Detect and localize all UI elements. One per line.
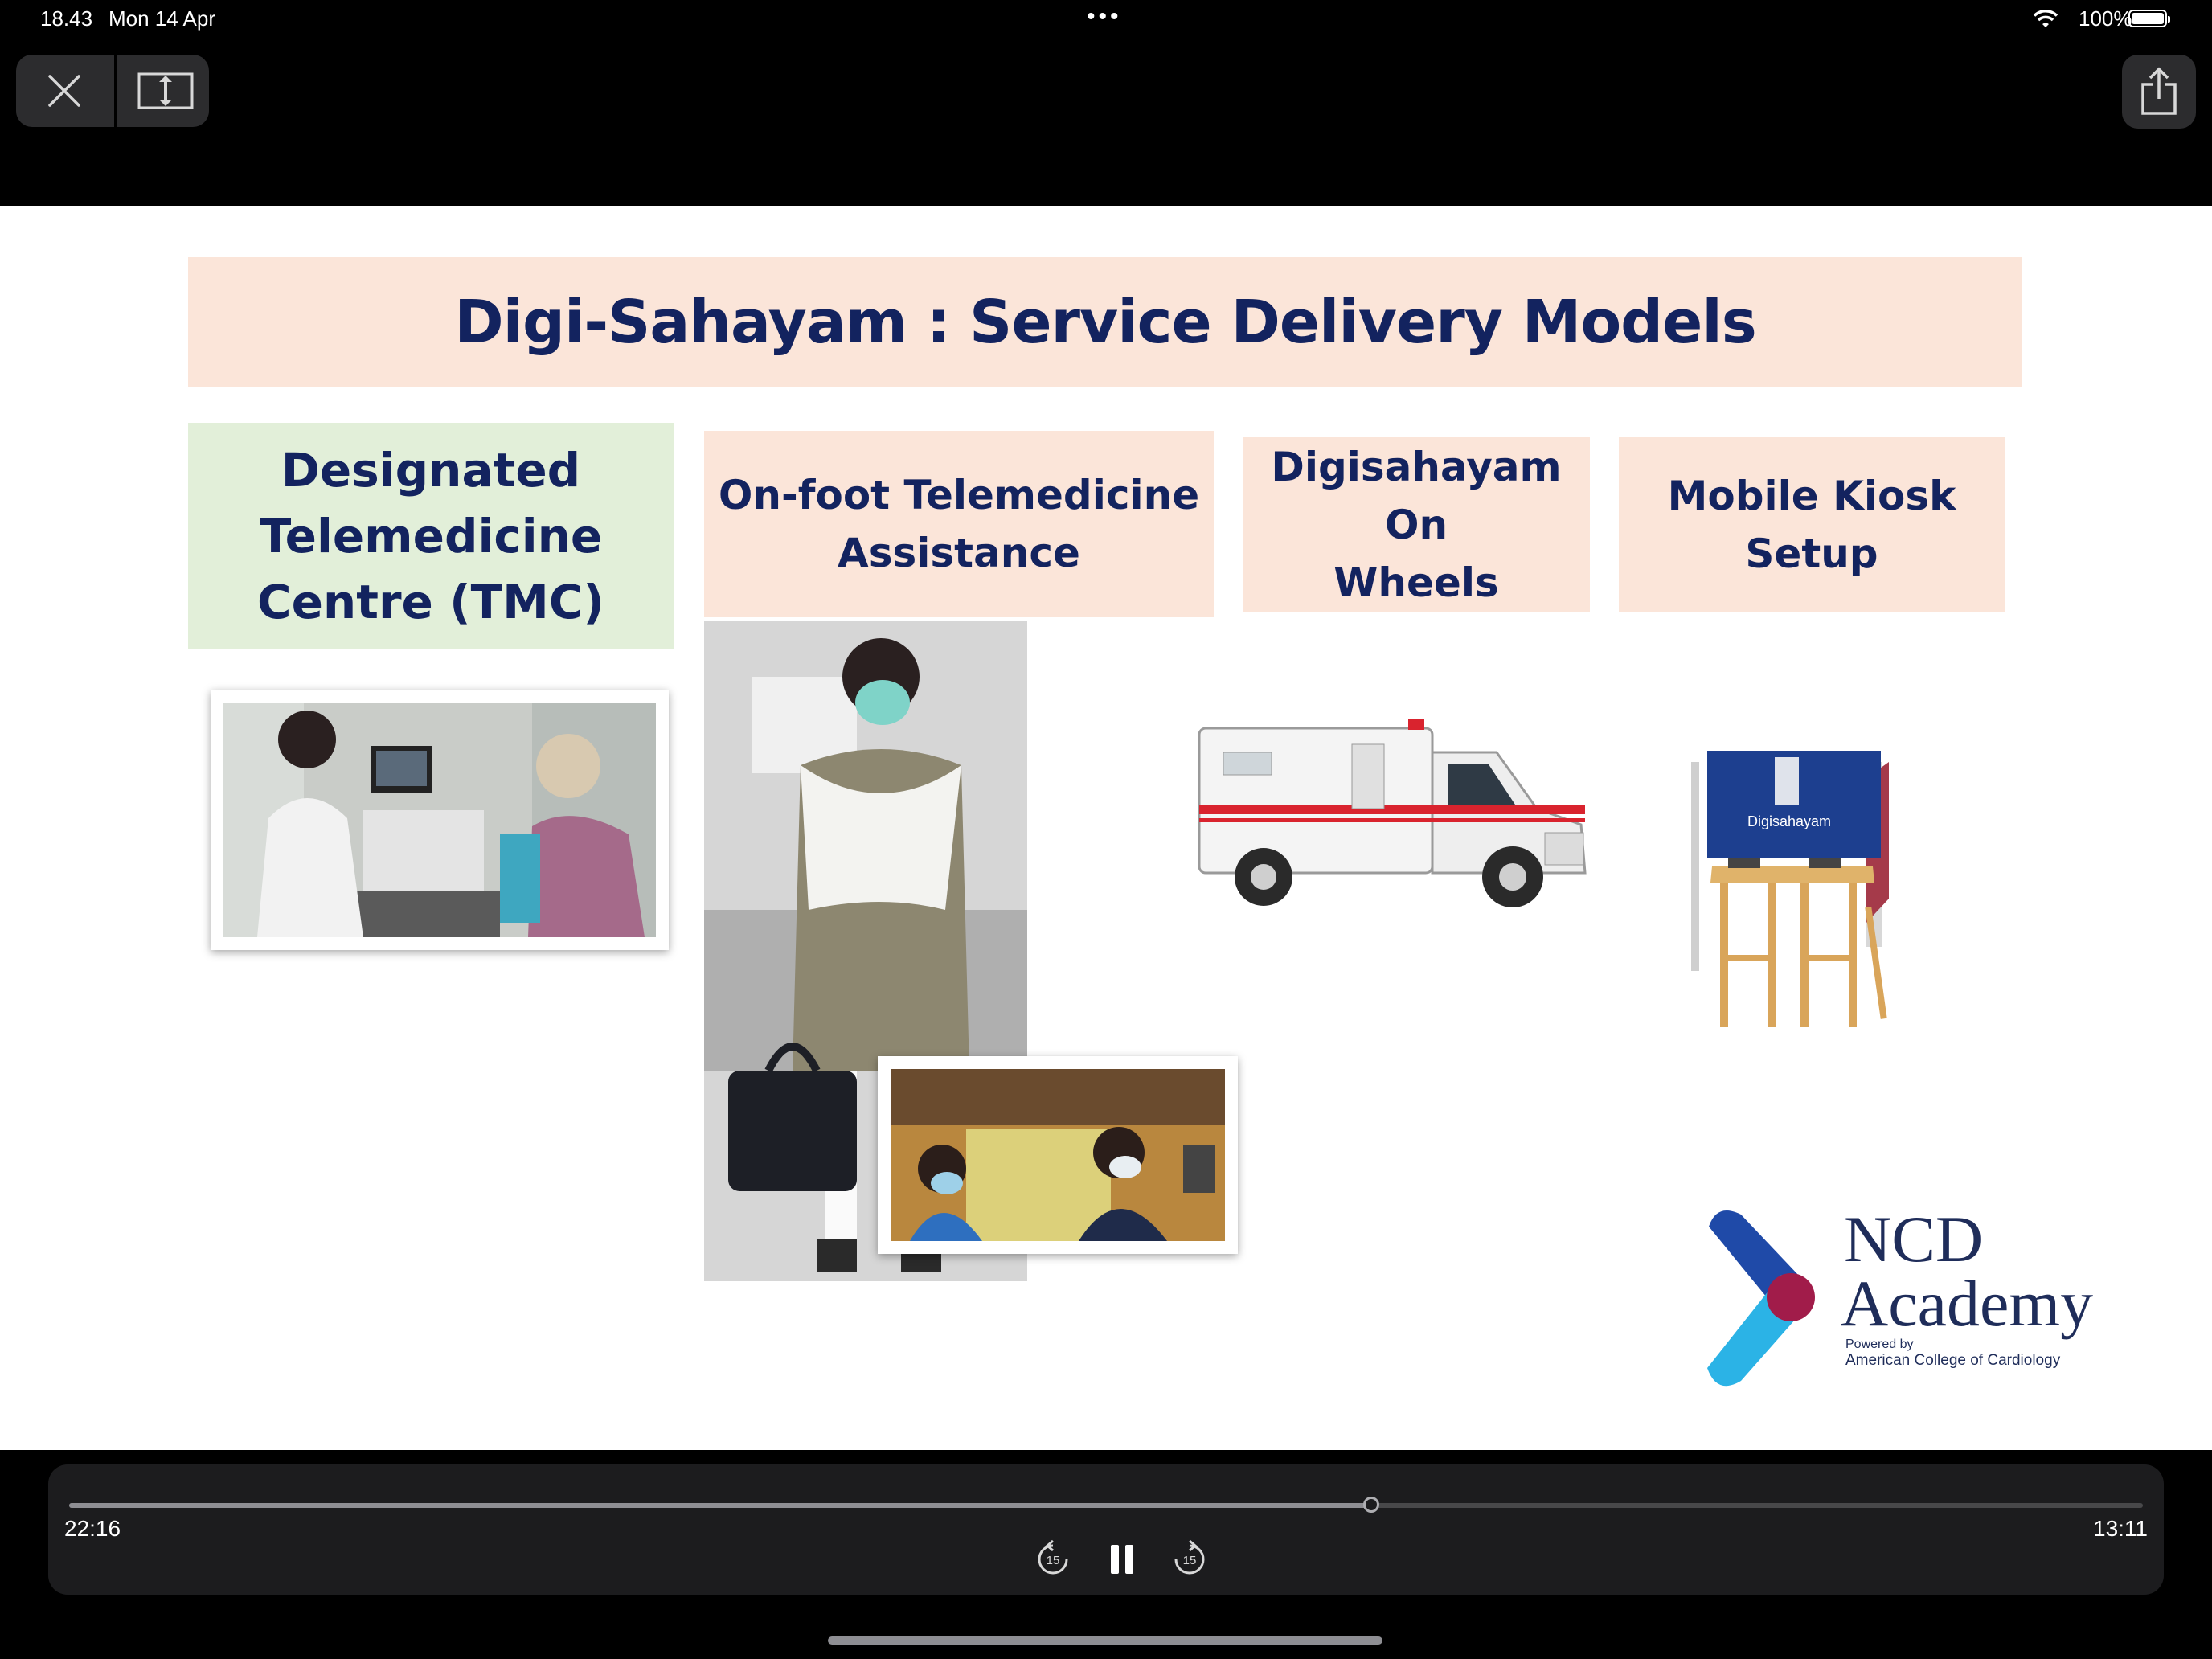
battery-icon (2128, 10, 2170, 27)
skip-forward-15-icon: 15 (1174, 1539, 1205, 1575)
model-onfoot-label: On-foot Telemedicine Assistance (718, 472, 1200, 576)
tmc-photo (211, 690, 669, 950)
tmc-photo-image (223, 703, 656, 937)
logo-org: American College of Cardiology (1845, 1352, 2061, 1369)
logo-academy: Academy (1841, 1267, 2094, 1340)
wifi-icon (2033, 10, 2058, 27)
elapsed-time: 22:16 (64, 1516, 121, 1541)
share-button[interactable] (2122, 55, 2196, 129)
model-kiosk-box: Mobile Kiosk Setup (1619, 437, 2005, 612)
home-visit-photo-image (891, 1069, 1225, 1241)
mobile-kiosk-illustration (1691, 751, 1889, 1027)
pause-icon (1111, 1545, 1133, 1574)
status-date: Mon 14 Apr (109, 6, 215, 31)
home-indicator[interactable] (828, 1636, 1382, 1645)
model-wheels-label: Digisahayam On Wheels (1271, 444, 1562, 606)
ncd-academy-logo-mark (1707, 1210, 1815, 1387)
skip-forward-button[interactable]: 15 (1165, 1535, 1214, 1583)
pause-button[interactable] (1098, 1535, 1146, 1583)
model-tmc-box: Designated Telemedicine Centre (TMC) (188, 423, 674, 649)
model-tmc-label: Designated Telemedicine Centre (TMC) (257, 443, 604, 629)
slide-title: Digi-Sahayam : Service Delivery Models (454, 288, 1757, 357)
close-button[interactable] (16, 55, 113, 127)
playback-controls: 22:16 13:11 15 15 (48, 1464, 2164, 1595)
scrubber-track[interactable] (69, 1497, 2143, 1513)
ambulance-illustration (1198, 719, 1587, 907)
skip-back-button[interactable]: 15 (1029, 1535, 1077, 1583)
battery-percentage: 100% (2079, 6, 2132, 31)
remaining-time: 13:11 (2093, 1516, 2148, 1541)
logo-ncd: NCD (1844, 1202, 1984, 1276)
resize-vertical-icon (137, 72, 194, 109)
model-onfoot-box: On-foot Telemedicine Assistance (704, 431, 1214, 617)
model-kiosk-label: Mobile Kiosk Setup (1667, 473, 1956, 577)
home-visit-photo (878, 1056, 1238, 1254)
ncd-academy-logo-text: NCD Academy Powered by American College … (1841, 1202, 2094, 1370)
skip-back-15-icon: 15 (1038, 1539, 1068, 1575)
scrubber-progress (69, 1503, 1372, 1508)
multitasking-dots-icon[interactable]: ••• (1087, 3, 1122, 31)
resize-button[interactable] (117, 55, 209, 127)
model-wheels-box: Digisahayam On Wheels (1243, 437, 1590, 612)
top-control-group (16, 55, 209, 127)
status-bar: 18.43 Mon 14 Apr ••• 100% (0, 0, 2212, 40)
status-time: 18.43 (40, 6, 93, 31)
kiosk-sign-text: Digisahayam (1747, 813, 1832, 830)
skip-forward-label: 15 (1183, 1554, 1197, 1567)
presentation-slide: Digi-Sahayam : Service Delivery Models D… (0, 206, 2212, 1450)
scrubber-thumb[interactable] (1363, 1497, 1380, 1513)
slide-title-band: Digi-Sahayam : Service Delivery Models (188, 257, 2022, 387)
close-icon (48, 75, 80, 107)
skip-back-label: 15 (1047, 1554, 1060, 1567)
share-icon (2141, 67, 2177, 115)
